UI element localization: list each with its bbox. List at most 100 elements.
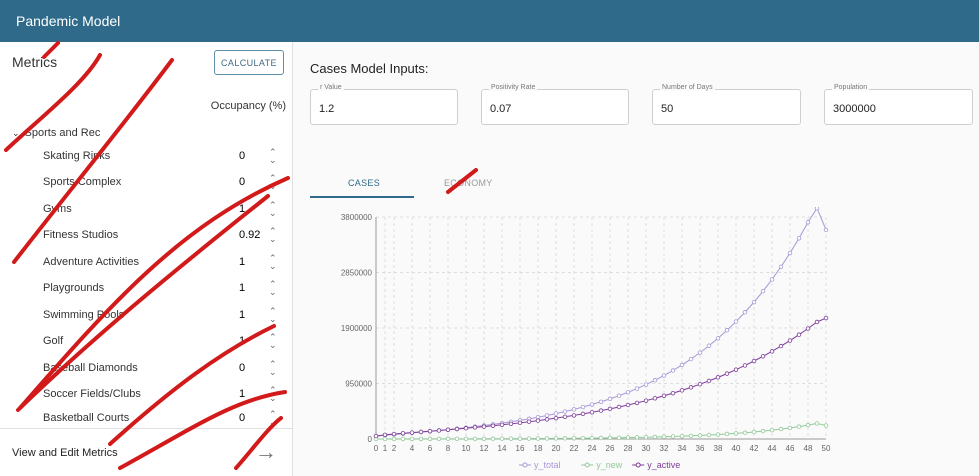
data-point-y_active	[481, 424, 487, 429]
metric-label: Skating Rinks	[43, 150, 111, 162]
data-point-y_new	[589, 435, 595, 441]
data-point-y_new	[724, 431, 730, 437]
data-point-y_new	[508, 436, 514, 441]
data-point-y_new	[805, 422, 811, 428]
x-tick-label: 26	[606, 444, 615, 453]
data-point-y_new	[400, 436, 406, 442]
stepper-icon[interactable]: ⌃ ⌄	[269, 201, 277, 218]
data-point-y_active	[652, 396, 658, 401]
data-point-y_total	[706, 343, 712, 348]
stepper-icon[interactable]: ⌃ ⌄	[269, 227, 277, 244]
data-point-y_new	[814, 421, 820, 426]
occupancy-header: Occupancy (%)	[210, 100, 286, 112]
data-point-y_new	[445, 436, 451, 442]
x-tick-label: 46	[786, 444, 795, 453]
data-point-y_new	[544, 436, 550, 441]
data-point-y_active	[490, 423, 496, 428]
data-point-y_new	[751, 429, 757, 435]
data-point-y_total	[814, 207, 820, 211]
data-point-y_new	[661, 434, 667, 439]
data-point-y_new	[823, 423, 829, 428]
number-of-days-field[interactable]: Number of Days 50	[652, 84, 801, 125]
stepper-icon[interactable]: ⌃ ⌄	[269, 280, 277, 297]
data-point-y_active	[715, 375, 721, 380]
tab-cases[interactable]: CASES	[348, 178, 380, 188]
x-tick-label: 2	[392, 444, 397, 453]
data-point-y_new	[706, 432, 712, 438]
arrow-right-icon[interactable]: →	[255, 439, 277, 465]
x-tick-label: 40	[732, 444, 741, 453]
data-point-y_active	[562, 414, 568, 419]
data-point-y_total	[616, 393, 622, 398]
y-tick-label: 2850000	[341, 269, 373, 278]
x-tick-label: 30	[642, 444, 651, 453]
data-point-y_total	[643, 382, 649, 387]
x-tick-label: 16	[516, 444, 525, 453]
calculate-button[interactable]: CALCULATE	[214, 50, 284, 75]
positivity-rate-field[interactable]: Positivity Rate 0.07	[481, 84, 629, 125]
metric-item-playgrounds: Playgrounds ⌃⌄	[43, 275, 283, 301]
data-point-y_new	[517, 436, 523, 441]
metric-label: Gyms	[43, 203, 72, 215]
tab-economy[interactable]: ECONOMY	[444, 178, 493, 188]
view-edit-metrics-link[interactable]: View and Edit Metrics →	[0, 428, 292, 476]
data-point-y_total	[661, 373, 667, 378]
stepper-icon[interactable]: ⌃ ⌄	[269, 254, 277, 271]
x-tick-label: 32	[660, 444, 669, 453]
stepper-icon[interactable]: ⌃ ⌄	[269, 148, 277, 165]
x-tick-label: 28	[624, 444, 633, 453]
r-value-field[interactable]: r Value 1.2	[310, 84, 458, 125]
data-point-y_active	[814, 319, 820, 325]
data-point-y_active	[805, 326, 811, 331]
stepper-icon[interactable]: ⌃ ⌄	[269, 410, 277, 427]
x-tick-label: 22	[570, 444, 579, 453]
y-tick-label: 1900000	[341, 324, 373, 333]
data-point-y_total	[724, 328, 730, 333]
data-point-y_new	[769, 427, 775, 433]
data-point-y_new	[418, 436, 424, 442]
data-point-y_active	[580, 411, 586, 417]
data-point-y_active	[553, 415, 559, 421]
data-point-y_total	[823, 227, 829, 233]
data-point-y_new	[391, 436, 397, 442]
data-point-y_total	[580, 404, 586, 410]
data-point-y_new	[760, 428, 766, 434]
legend-label: y_total	[534, 460, 561, 470]
legend-label: y_active	[647, 460, 680, 470]
metric-label: Swimming Pools	[43, 309, 125, 321]
data-point-y_new	[427, 436, 433, 442]
data-point-y_total	[670, 368, 676, 373]
data-point-y_new	[688, 433, 694, 439]
population-field[interactable]: Population 3000000	[824, 84, 973, 125]
data-point-y_new	[472, 436, 478, 441]
metrics-sidebar: Metrics CALCULATE Occupancy (%) ⌄ Sports…	[0, 42, 293, 476]
data-point-y_new	[535, 436, 541, 441]
stepper-icon[interactable]: ⌃ ⌄	[269, 360, 277, 377]
group-label: Sports and Rec	[24, 127, 101, 139]
app-title: Pandemic Model	[16, 13, 121, 29]
data-point-y_active	[571, 413, 577, 418]
data-point-y_active	[634, 400, 640, 406]
x-tick-label: 6	[428, 444, 433, 453]
active-tab-indicator	[310, 196, 414, 198]
data-point-y_new	[616, 435, 622, 440]
data-point-y_new	[796, 424, 802, 429]
stepper-icon[interactable]: ⌃ ⌄	[269, 174, 277, 191]
field-label: r Value	[318, 84, 344, 91]
data-point-y_active	[706, 378, 712, 384]
stepper-icon[interactable]: ⌃ ⌄	[269, 386, 277, 403]
field-value: 3000000	[833, 103, 876, 115]
main-panel: Cases Model Inputs: r Value 1.2 Positivi…	[294, 42, 979, 476]
data-point-y_active	[742, 363, 748, 368]
x-tick-label: 14	[498, 444, 507, 453]
sports-and-rec-group[interactable]: ⌄ Sports and Rec	[12, 127, 100, 139]
stepper-icon[interactable]: ⌃ ⌄	[269, 333, 277, 350]
x-tick-label: 18	[534, 444, 543, 453]
data-point-y_total	[589, 402, 595, 407]
metric-item-skating-rinks: Skating Rinks ⌃⌄	[43, 143, 283, 169]
data-point-y_active	[598, 408, 604, 413]
data-point-y_active	[688, 385, 694, 390]
data-point-y_active	[661, 393, 667, 398]
stepper-icon[interactable]: ⌃ ⌄	[269, 307, 277, 324]
data-point-y_active	[436, 428, 442, 433]
